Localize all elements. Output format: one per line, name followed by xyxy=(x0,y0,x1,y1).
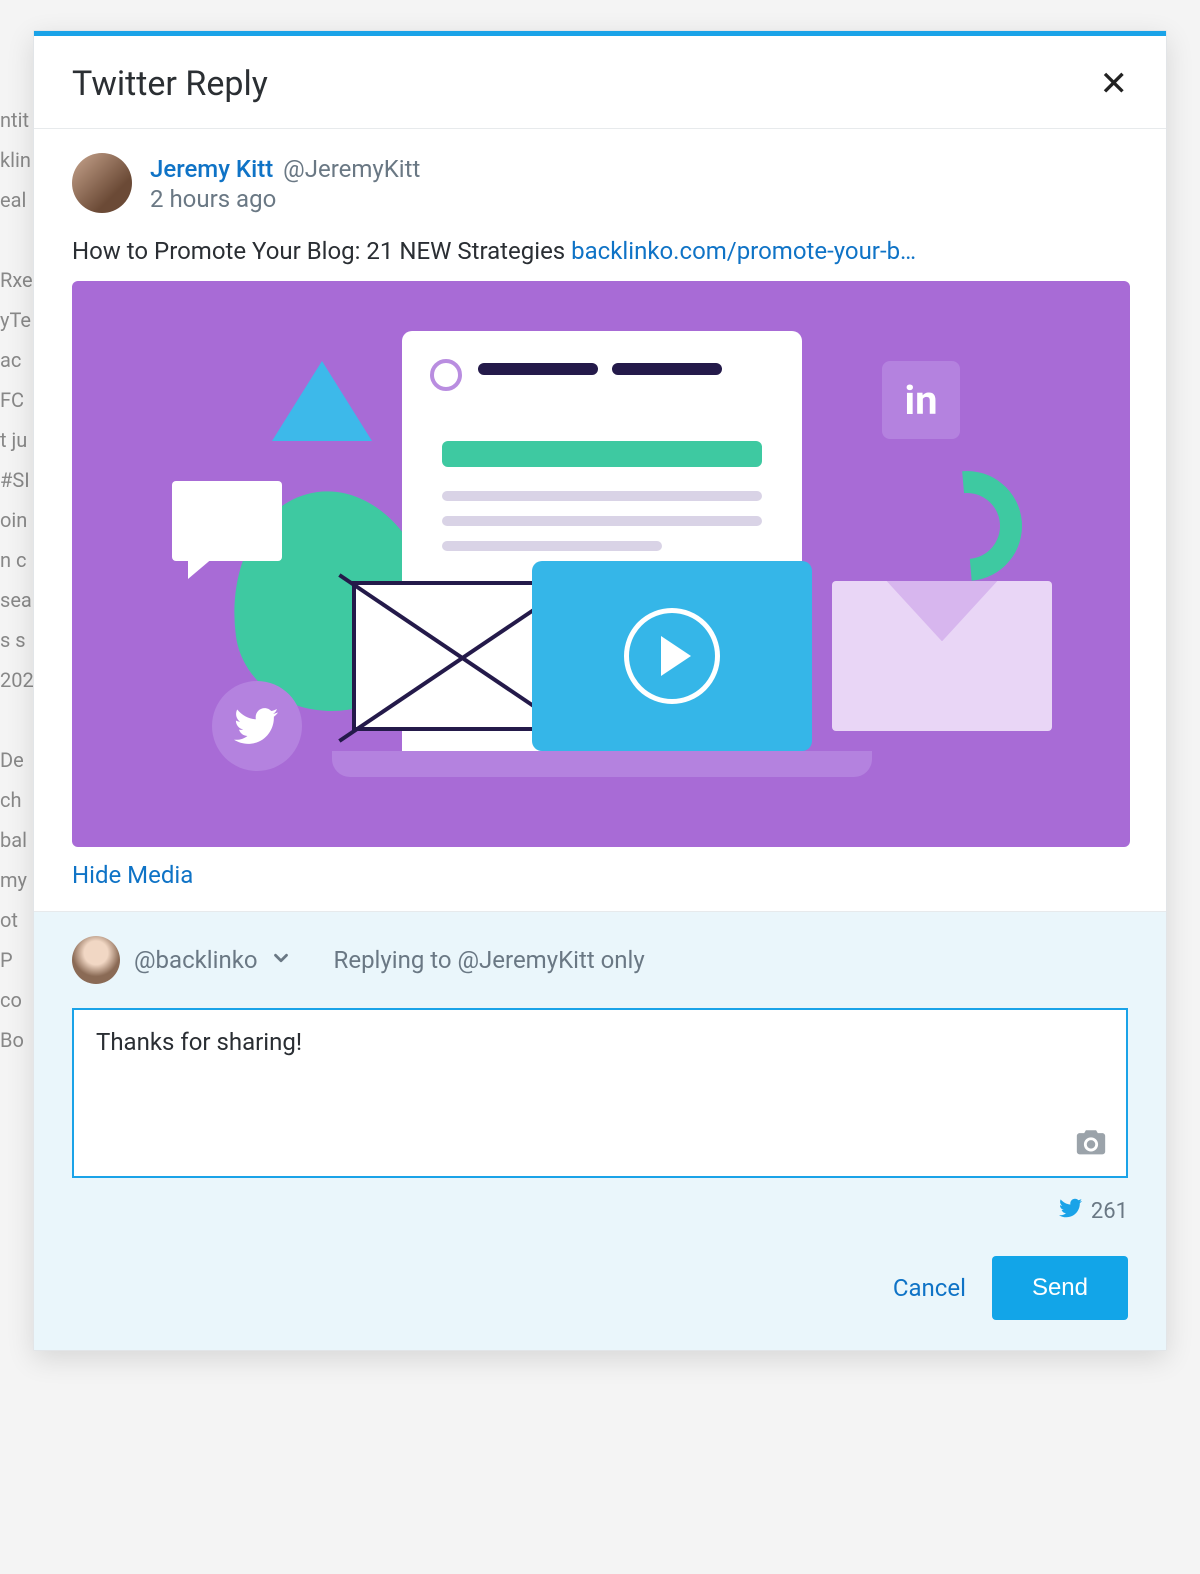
reply-actions: Cancel Send xyxy=(72,1256,1128,1320)
tweet-link[interactable]: backlinko.com/promote-your-b… xyxy=(571,237,916,265)
close-icon[interactable]: ✕ xyxy=(1100,67,1129,101)
modal-title: Twitter Reply xyxy=(72,64,268,104)
linkedin-icon: in xyxy=(882,361,960,439)
original-tweet: Jeremy Kitt @JeremyKitt 2 hours ago How … xyxy=(34,129,1166,911)
me-avatar[interactable] xyxy=(72,936,120,984)
author-handle: @JeremyKitt xyxy=(283,155,420,183)
char-count: 261 xyxy=(1091,1199,1128,1224)
char-count-row: 261 xyxy=(72,1196,1128,1226)
hide-media-link[interactable]: Hide Media xyxy=(72,861,193,889)
tweet-body: How to Promote Your Blog: 21 NEW Strateg… xyxy=(72,235,1128,267)
reply-textarea[interactable] xyxy=(96,1028,1104,1148)
cancel-button[interactable]: Cancel xyxy=(893,1274,966,1302)
tweet-timestamp: 2 hours ago xyxy=(150,185,420,213)
author-name[interactable]: Jeremy Kitt xyxy=(150,155,273,183)
me-handle: @backlinko xyxy=(134,946,258,974)
video-thumb-illustration xyxy=(532,561,812,751)
tweet-text: How to Promote Your Blog: 21 NEW Strateg… xyxy=(72,237,571,265)
twitter-reply-modal: Twitter Reply ✕ Jeremy Kitt @JeremyKitt … xyxy=(33,30,1167,1351)
send-button[interactable]: Send xyxy=(992,1256,1128,1320)
envelope-right-illustration xyxy=(832,581,1052,731)
play-icon xyxy=(624,608,720,704)
tweet-header: Jeremy Kitt @JeremyKitt 2 hours ago xyxy=(72,153,1128,213)
laptop-base-illustration xyxy=(332,751,872,777)
account-selector[interactable]: @backlinko xyxy=(134,946,292,976)
attach-image-icon[interactable] xyxy=(1074,1126,1108,1164)
twitter-icon xyxy=(212,681,302,771)
reply-composer: @backlinko Replying to @JeremyKitt only … xyxy=(34,911,1166,1350)
reply-context: Replying to @JeremyKitt only xyxy=(334,946,645,974)
twitter-bird-icon xyxy=(1059,1196,1083,1226)
tweet-media[interactable]: in xyxy=(72,281,1130,847)
modal-header: Twitter Reply ✕ xyxy=(34,36,1166,129)
reply-textarea-wrap xyxy=(72,1008,1128,1178)
author-avatar[interactable] xyxy=(72,153,132,213)
triangle-illustration xyxy=(272,361,372,441)
chevron-down-icon xyxy=(270,947,292,975)
reply-meta-row: @backlinko Replying to @JeremyKitt only xyxy=(72,936,1128,984)
chat-bubble-illustration xyxy=(172,481,282,561)
